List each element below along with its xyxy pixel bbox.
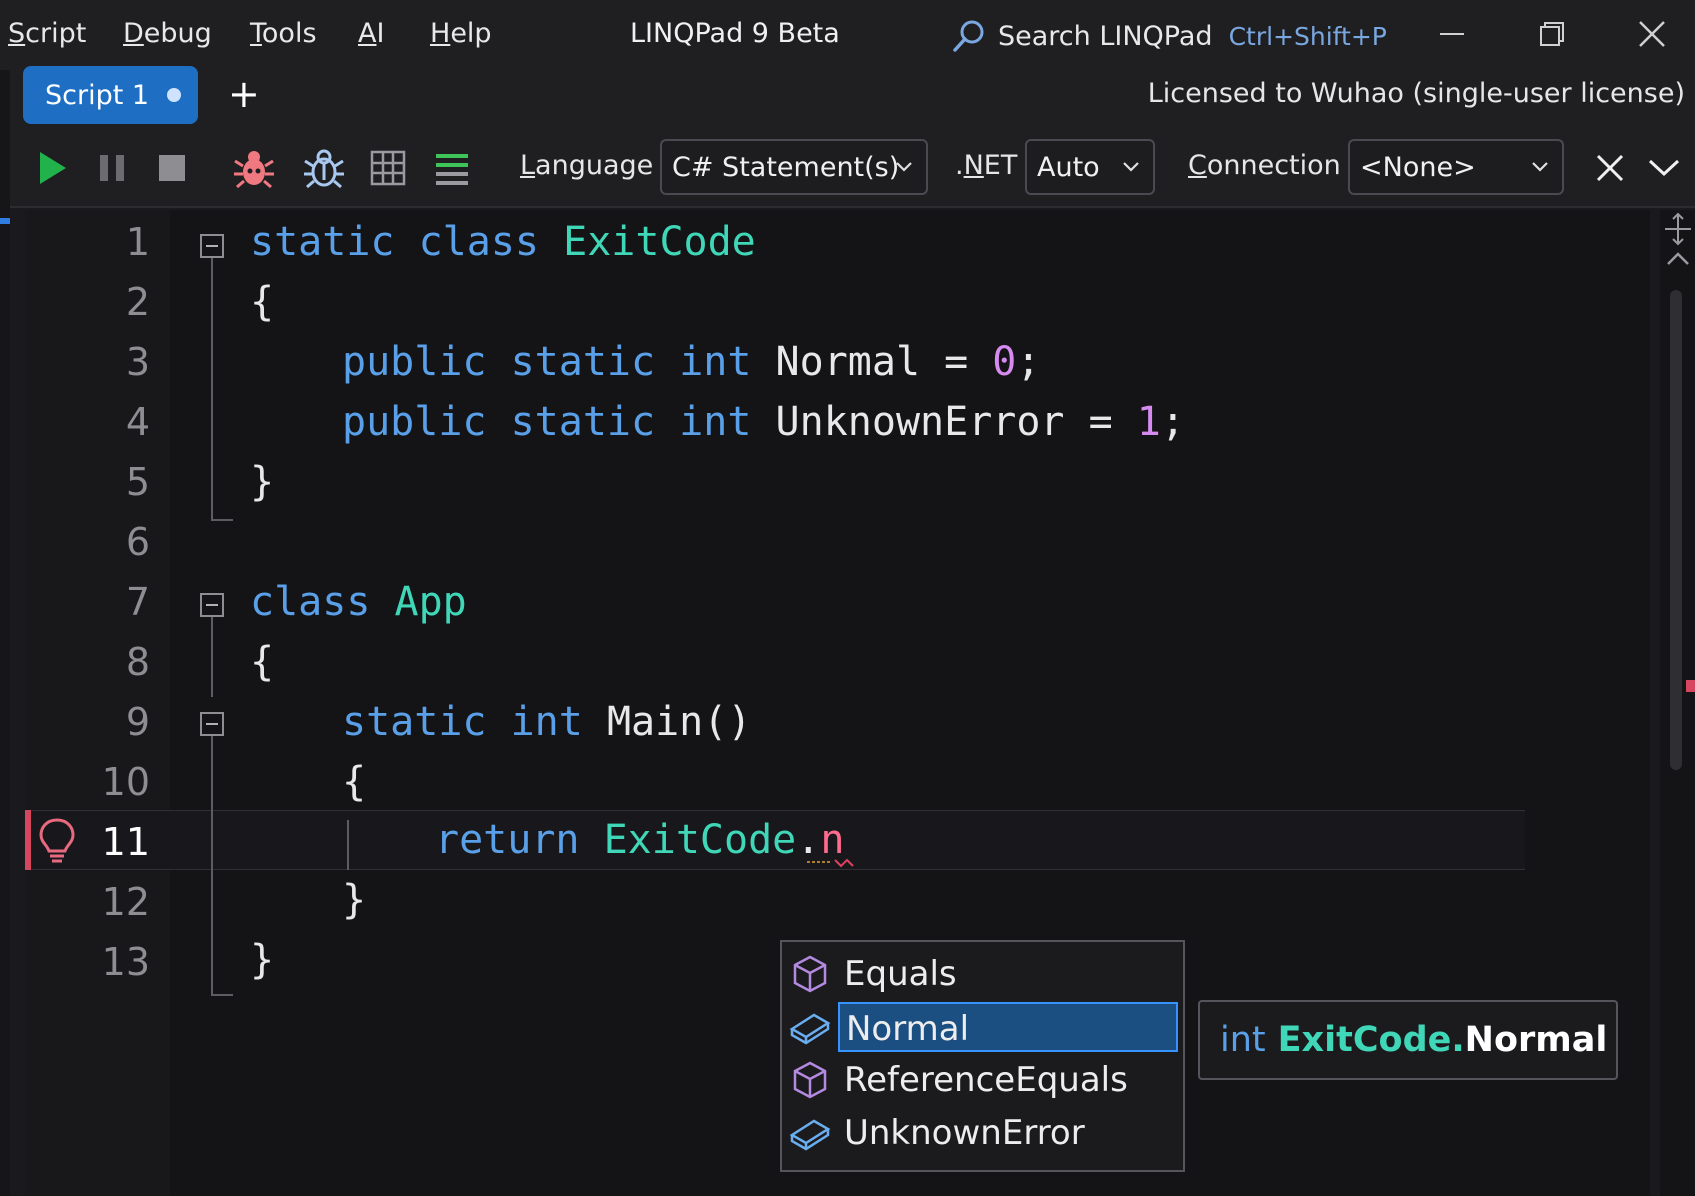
line-number: 1 [125, 220, 150, 264]
line-number: 13 [101, 940, 150, 984]
line-number: 12 [101, 880, 150, 924]
close-icon[interactable] [1630, 14, 1674, 54]
step-bug-icon[interactable] [302, 146, 346, 190]
run-icon[interactable] [30, 146, 74, 190]
field-icon [789, 1013, 831, 1045]
line-number: 7 [125, 580, 150, 624]
code-line-7: class App [250, 579, 467, 625]
line-number: 9 [125, 700, 150, 744]
chevron-down-icon [1532, 162, 1548, 172]
fold-toggle-icon[interactable] [200, 593, 224, 617]
connection-label: Connection [1188, 150, 1341, 181]
code-line-9: static int Main() [342, 699, 752, 745]
line-number: 10 [101, 760, 150, 804]
dotnet-value: Auto [1037, 151, 1100, 183]
pause-icon[interactable] [90, 146, 134, 190]
search-shortcut: Ctrl+Shift+P [1228, 21, 1387, 51]
completion-item-referenceequals[interactable]: ReferenceEquals [782, 1052, 1182, 1108]
search-box[interactable]: Search LINQPad Ctrl+Shift+P [950, 16, 1387, 56]
code-line-2: { [250, 279, 275, 325]
language-select[interactable]: C# Statement(s) [660, 139, 928, 195]
dotnet-label: .NET [955, 150, 1018, 181]
error-scroll-marker [1686, 680, 1695, 692]
menu-help[interactable]: Help [430, 18, 492, 49]
completion-item-unknownerror[interactable]: UnknownError [782, 1105, 1182, 1161]
left-panel-edge[interactable] [0, 70, 10, 1196]
completion-item-equals[interactable]: Equals [782, 946, 1182, 1002]
new-tab-button[interactable]: + [228, 74, 260, 114]
language-label: Language [520, 150, 654, 181]
stop-icon[interactable] [150, 146, 194, 190]
code-line-4: public static int UnknownError = 1; [342, 399, 1185, 445]
fold-toggle-icon[interactable] [200, 712, 224, 736]
search-label: Search LINQPad [998, 20, 1213, 52]
typed-text: n [820, 817, 845, 863]
license-text: Licensed to Wuhao (single-user license) [1147, 78, 1685, 109]
connection-select[interactable]: <None> [1348, 139, 1564, 195]
dotnet-select[interactable]: Auto [1025, 139, 1155, 195]
close-connection-icon[interactable] [1588, 146, 1632, 190]
completion-item-normal[interactable]: Normal [782, 999, 1182, 1055]
tab-bar: Script 1 + Licensed to Wuhao (single-use… [0, 60, 1695, 130]
fold-guide [211, 736, 213, 996]
method-cube-icon [793, 1061, 827, 1099]
field-icon [789, 1119, 831, 1151]
completion-tooltip: int ExitCode. Normal [1198, 1000, 1618, 1080]
fold-guide [211, 994, 233, 996]
text-results-icon[interactable] [430, 146, 474, 190]
debug-bug-icon[interactable] [232, 146, 276, 190]
tab-script-1[interactable]: Script 1 [23, 66, 198, 124]
line-number: 4 [125, 400, 150, 444]
expand-chevron-icon[interactable] [1642, 146, 1686, 190]
connection-value: <None> [1360, 151, 1476, 183]
menu-debug[interactable]: Debug [123, 18, 212, 49]
panel-indicator [0, 218, 10, 224]
line-number: 8 [125, 640, 150, 684]
menu-script[interactable]: Script [8, 18, 86, 49]
line-number-current: 11 [101, 820, 150, 864]
code-line-10: { [342, 759, 367, 805]
language-value: C# Statement(s) [672, 151, 900, 183]
toolbar: Language C# Statement(s) .NET Auto Conne… [0, 130, 1695, 208]
code-line-5: } [250, 459, 275, 505]
search-icon [953, 20, 984, 52]
chevron-down-icon [1123, 162, 1139, 172]
fold-toggle-icon[interactable] [200, 234, 224, 258]
code-line-8: { [250, 639, 275, 685]
fold-guide [211, 617, 213, 697]
scroll-up-icon[interactable] [1665, 250, 1691, 268]
code-line-11: return ExitCode.n [435, 817, 845, 863]
menu-tools[interactable]: Tools [250, 18, 317, 49]
scrollbar-thumb[interactable] [1670, 290, 1682, 770]
code-line-12: } [342, 877, 367, 923]
code-line-3: public static int Normal = 0; [342, 339, 1041, 385]
indent-guide [347, 820, 349, 870]
unsaved-dot-icon [167, 88, 182, 102]
grid-results-icon[interactable] [366, 146, 410, 190]
minimize-icon[interactable] [1430, 14, 1474, 54]
chevron-down-icon [896, 162, 912, 172]
autocomplete-list[interactable]: Equals Normal ReferenceEquals UnknownErr… [780, 940, 1185, 1172]
fold-guide [211, 258, 213, 521]
vertical-scrollbar[interactable] [1660, 210, 1695, 1196]
line-number: 3 [125, 340, 150, 384]
error-squiggle [807, 858, 854, 868]
line-number: 5 [125, 460, 150, 504]
line-number: 2 [125, 280, 150, 324]
fold-guide [211, 519, 233, 521]
line-number: 6 [125, 520, 150, 564]
restore-icon[interactable] [1530, 14, 1574, 54]
split-editor-icon[interactable] [1663, 212, 1693, 246]
method-cube-icon [793, 955, 827, 993]
window-title: LINQPad 9 Beta [630, 18, 840, 49]
code-line-13: } [250, 937, 275, 983]
code-line-1: static class ExitCode [250, 219, 756, 265]
tab-label: Script 1 [45, 79, 150, 111]
menu-ai[interactable]: AI [358, 18, 384, 49]
